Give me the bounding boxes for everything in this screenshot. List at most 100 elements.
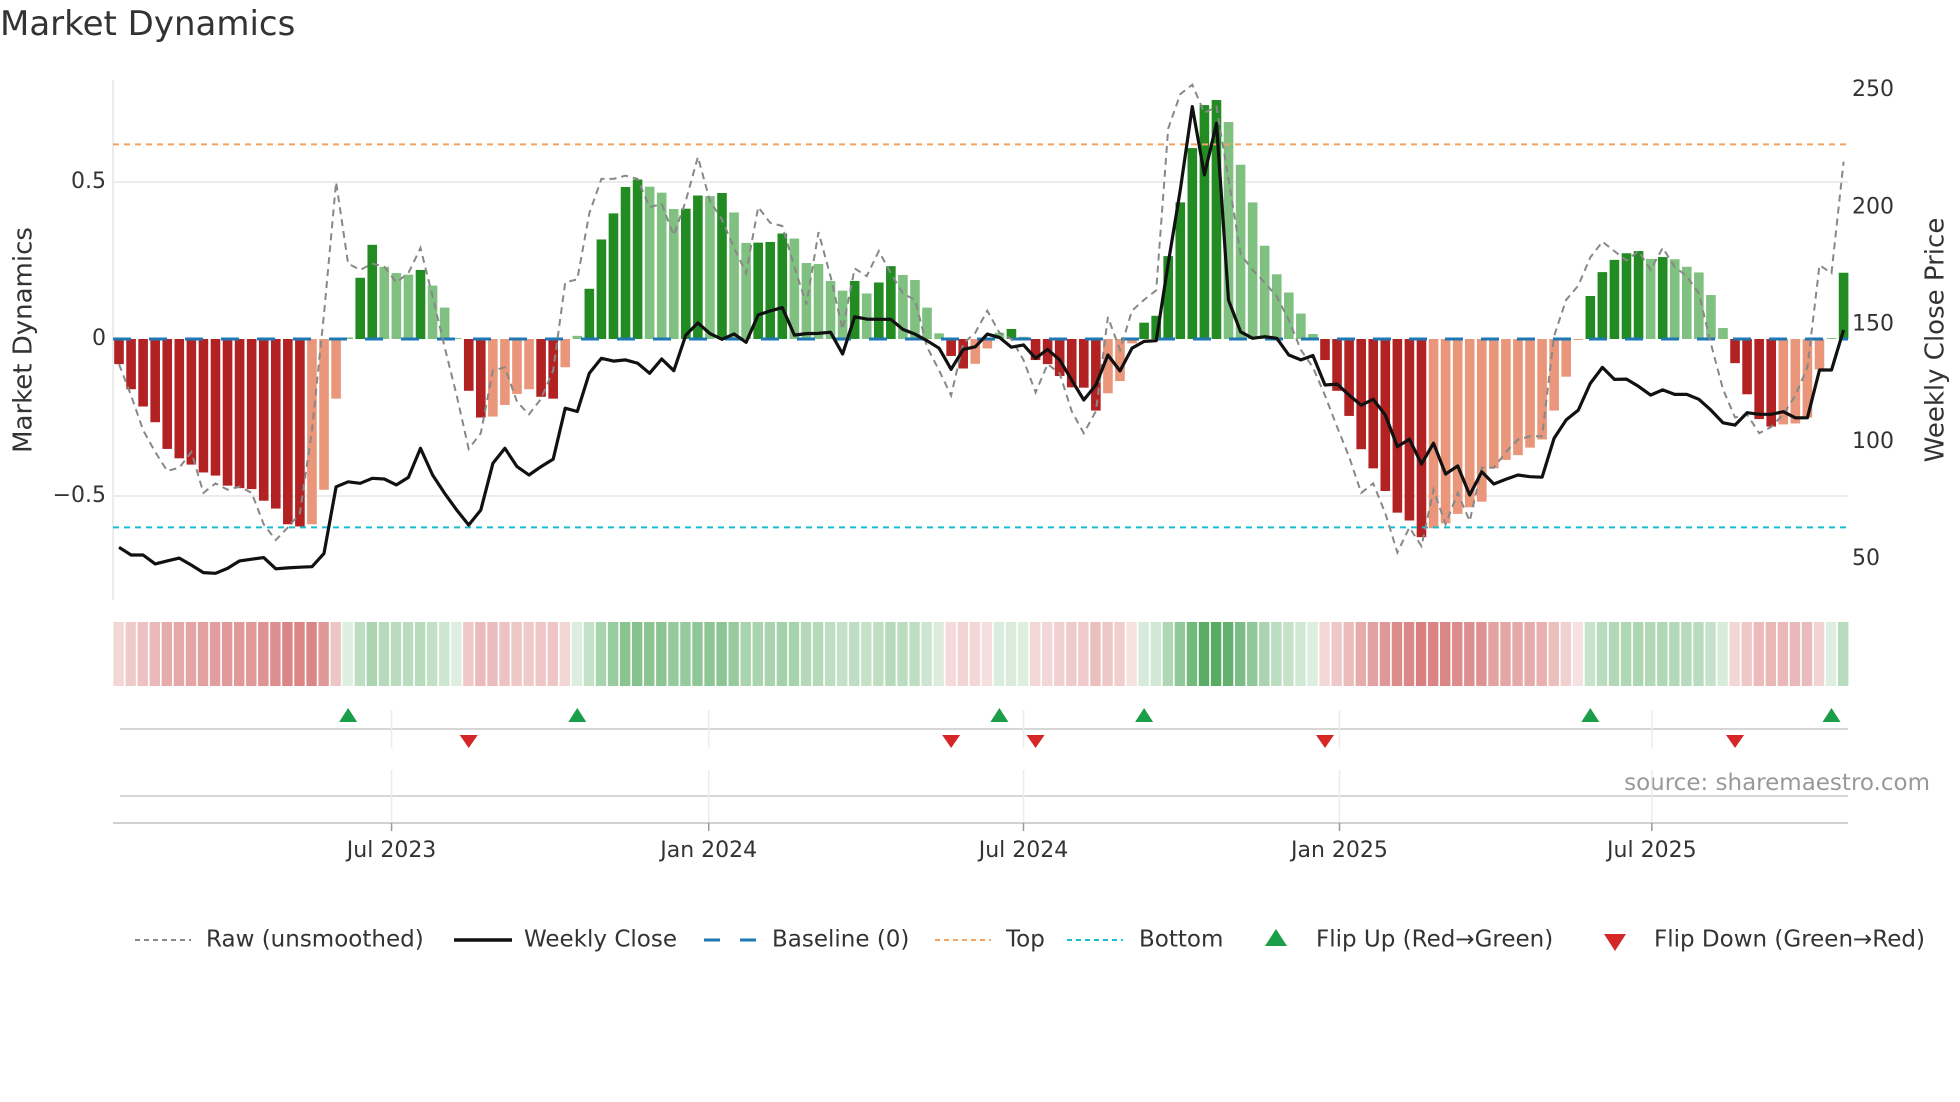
left-axis-title: Market Dynamics (9, 227, 39, 453)
bar (1754, 339, 1764, 420)
heat-cell (1367, 622, 1379, 686)
heat-cell (185, 622, 197, 686)
heat-cell (668, 622, 679, 686)
bar (1271, 274, 1282, 339)
legend-label: Flip Down (Green→Red) (1654, 927, 1925, 953)
heat-cell (644, 622, 655, 686)
y2-tick-label: 200 (1852, 194, 1894, 219)
heat-cell (897, 622, 908, 686)
bar (946, 339, 956, 356)
bar (861, 293, 872, 339)
heat-cell (680, 622, 691, 686)
heat-cell (837, 622, 848, 686)
heat-cell (1126, 622, 1137, 686)
heat-cell (1729, 622, 1740, 686)
heat-cell (390, 622, 402, 686)
flip-down-marker (1316, 735, 1334, 748)
heat-cell (258, 622, 269, 686)
bar (584, 288, 595, 339)
bar (1718, 328, 1728, 339)
heat-cell (1102, 622, 1113, 686)
heat-cell (1765, 622, 1777, 686)
heat-cell (318, 622, 329, 686)
heat-cell (451, 622, 462, 686)
heat-cell (1536, 622, 1547, 686)
heat-cell (788, 622, 800, 686)
series-lines (118, 83, 1846, 575)
heat-cell (197, 622, 209, 686)
bar (186, 339, 197, 465)
raw-line (118, 83, 1845, 556)
bar (258, 339, 269, 501)
bar (1706, 295, 1716, 339)
flip-up-marker (339, 708, 358, 722)
heat-cell (234, 622, 245, 686)
heat-cell (1464, 622, 1475, 686)
heat-cell (1078, 622, 1089, 686)
heat-cell (1813, 622, 1825, 686)
bar (1139, 322, 1149, 339)
heat-cell (1234, 622, 1246, 686)
legend-label: Bottom (1139, 927, 1223, 953)
bar (1621, 253, 1632, 339)
flip-markers (120, 708, 1848, 822)
heat-cell (583, 622, 595, 686)
bar (150, 339, 160, 423)
heat-cell (306, 622, 317, 686)
heat-cell (740, 622, 751, 686)
bar (403, 274, 414, 339)
left-axis: 0.5 0 −0.5 (53, 169, 106, 508)
heat-cell (1500, 622, 1511, 686)
heat-cell (246, 622, 257, 686)
heat-cell (571, 622, 583, 686)
bar (1657, 257, 1668, 339)
heat-cell (1271, 622, 1282, 686)
heat-cell (1560, 622, 1571, 686)
heat-cell (921, 622, 932, 686)
y-tick-label: 0 (92, 326, 106, 351)
heat-cell (861, 622, 872, 686)
heat-cell (993, 622, 1005, 686)
bar (1561, 339, 1571, 377)
heat-cell (1440, 622, 1451, 686)
heat-cell (873, 622, 884, 686)
heat-cell (499, 622, 510, 686)
heat-cell (1029, 622, 1041, 686)
bar (1344, 339, 1354, 416)
bar (355, 277, 365, 339)
x-tick-label: Jul 2025 (1605, 838, 1697, 863)
heat-cell (1476, 622, 1487, 686)
heat-cell (1427, 622, 1439, 686)
bar (524, 339, 534, 390)
x-tick-label: Jan 2025 (1289, 838, 1388, 863)
heat-cell (1548, 622, 1559, 686)
bar (1826, 338, 1837, 339)
heat-cell (1753, 622, 1764, 686)
legend-label: Top (1005, 927, 1045, 953)
heat-cell (1150, 622, 1161, 686)
bar (1742, 339, 1752, 395)
bar (126, 339, 136, 390)
heat-cell (1066, 622, 1077, 686)
heat-cell (812, 622, 824, 686)
bar (391, 273, 402, 339)
heat-cell (1307, 622, 1318, 686)
bar (1440, 339, 1451, 524)
heat-cell (342, 622, 353, 686)
heat-cell (1331, 622, 1342, 686)
x-tick-label: Jul 2023 (345, 838, 437, 863)
heat-cell (1138, 622, 1149, 686)
heat-cell (125, 622, 136, 686)
heat-cell (1789, 622, 1801, 686)
bar (198, 339, 209, 473)
bar (765, 241, 776, 339)
flip-down-marker (942, 735, 961, 748)
heat-cell (1717, 622, 1728, 686)
flip-down-marker (459, 735, 478, 748)
heat-cell (559, 622, 571, 686)
flip-up-marker (990, 708, 1009, 722)
heat-cell (1596, 622, 1608, 686)
y2-tick-label: 100 (1852, 429, 1894, 454)
heat-cell (113, 622, 124, 686)
bar (210, 339, 221, 476)
